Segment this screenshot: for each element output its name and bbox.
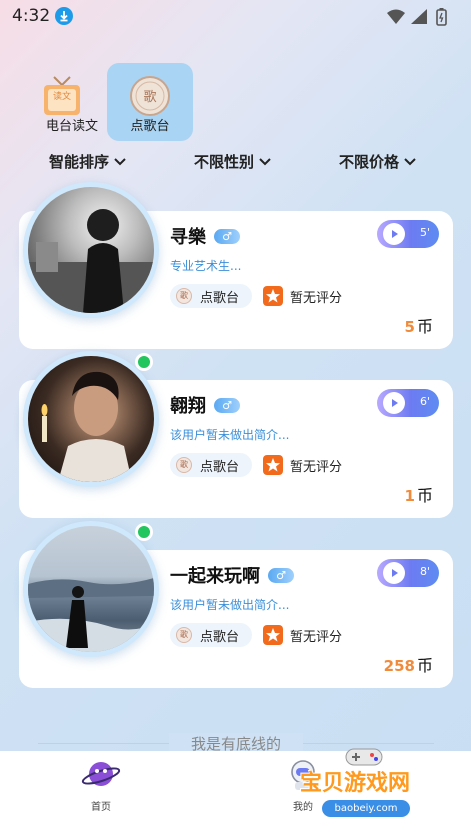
tab-label: 点歌台: [130, 119, 170, 134]
voice-duration: 6': [419, 395, 430, 408]
price: 5 币: [405, 313, 433, 337]
avatar[interactable]: [23, 351, 159, 487]
song-badge-icon: 歌: [176, 627, 192, 643]
play-icon: [383, 392, 405, 414]
category-tag-label: 点歌台: [200, 629, 240, 645]
host-bio: 专业艺术生...: [170, 259, 242, 273]
voice-duration: 5': [419, 226, 430, 239]
song-badge-icon: 歌: [176, 457, 192, 473]
price-unit: 币: [416, 656, 433, 675]
host-card[interactable]: 一起来玩啊 ♂ 该用户暂未做出简介... 歌 点歌台 暂无评分 8' 258 币: [19, 521, 453, 688]
play-icon: [383, 562, 405, 584]
chevron-down-icon: [259, 157, 271, 165]
watermark-text: 宝贝游戏网: [300, 771, 411, 796]
avatar[interactable]: [23, 182, 159, 318]
voice-duration: 8': [419, 565, 430, 578]
chevron-down-icon: [114, 157, 126, 165]
price-value: 258: [383, 657, 415, 675]
price-value: 1: [404, 487, 415, 505]
battery-icon: [436, 8, 447, 26]
host-bio: 该用户暂未做出简介...: [170, 598, 290, 612]
download-icon: [55, 7, 73, 25]
signal-icon: [411, 9, 427, 24]
tab-song-request[interactable]: 歌 点歌台: [107, 63, 193, 141]
chevron-down-icon: [404, 157, 416, 165]
rating-text: 暂无评分: [290, 290, 343, 306]
category-tag-label: 点歌台: [200, 290, 240, 306]
name-row: 寻樂 ♂: [170, 223, 240, 249]
rating: 暂无评分: [263, 455, 342, 475]
rating: 暂无评分: [263, 625, 342, 645]
song-request-icon: 歌: [130, 76, 170, 116]
status-icons: [385, 7, 455, 27]
voice-preview-button[interactable]: 6': [377, 389, 439, 417]
wifi-icon: [387, 9, 405, 24]
watermark-url: baobeiy.com: [322, 800, 410, 817]
watermark: 宝贝游戏网 baobeiy.com: [300, 745, 450, 825]
host-name: 寻樂: [170, 227, 206, 248]
status-time: 4:32: [12, 6, 51, 26]
gender-badge: ♂: [268, 567, 294, 583]
name-row: 一起来玩啊 ♂: [170, 562, 294, 588]
host-bio: 该用户暂未做出简介...: [170, 428, 290, 442]
gender-badge: ♂: [214, 397, 240, 413]
planet-icon: [81, 762, 121, 786]
nav-home-label: 首页: [91, 802, 111, 813]
status-bar: 4:32: [0, 0, 471, 34]
star-icon: [263, 625, 283, 645]
host-card[interactable]: 翱翔 ♂ 该用户暂未做出简介... 歌 点歌台 暂无评分 6' 1 币: [19, 351, 453, 518]
filter-gender[interactable]: 不限性别: [194, 151, 271, 172]
song-request-icon-text: 歌: [143, 90, 156, 105]
host-name: 翱翔: [170, 396, 206, 417]
host-name: 一起来玩啊: [170, 566, 260, 587]
star-icon: [263, 455, 283, 475]
rating: 暂无评分: [263, 286, 342, 306]
nav-home[interactable]: 首页: [71, 757, 131, 813]
tab-radio-read[interactable]: 读文 电台读文: [29, 63, 115, 141]
voice-preview-button[interactable]: 8': [377, 559, 439, 587]
category-tag: 歌 点歌台: [170, 453, 252, 477]
avatar-image: [28, 526, 154, 652]
voice-preview-button[interactable]: 5': [377, 220, 439, 248]
filter-gender-label: 不限性别: [194, 153, 255, 171]
price-unit: 币: [416, 317, 433, 336]
gender-badge: ♂: [214, 228, 240, 244]
filter-bar: 智能排序 不限性别 不限价格: [0, 145, 471, 177]
name-row: 翱翔 ♂: [170, 392, 240, 418]
price-unit: 币: [416, 486, 433, 505]
rating-text: 暂无评分: [290, 629, 343, 645]
star-icon: [263, 286, 283, 306]
online-status-dot: [135, 523, 153, 541]
filter-sort[interactable]: 智能排序: [49, 151, 126, 172]
price-value: 5: [404, 318, 415, 336]
avatar-image: [28, 356, 154, 482]
rating-text: 暂无评分: [290, 459, 343, 475]
price: 1 币: [405, 482, 433, 506]
category-tag: 歌 点歌台: [170, 284, 252, 308]
filter-sort-label: 智能排序: [49, 153, 110, 171]
play-icon: [383, 223, 405, 245]
category-tag: 歌 点歌台: [170, 623, 252, 647]
online-status-dot: [135, 353, 153, 371]
category-tag-label: 点歌台: [200, 459, 240, 475]
song-badge-icon: 歌: [176, 288, 192, 304]
avatar[interactable]: [23, 521, 159, 657]
radio-read-icon-text: 读文: [53, 90, 71, 102]
avatar-image: [28, 187, 154, 313]
host-card[interactable]: 寻樂 ♂ 专业艺术生... 歌 点歌台 暂无评分 5' 5 币: [19, 182, 453, 349]
filter-price-label: 不限价格: [339, 153, 400, 171]
filter-price[interactable]: 不限价格: [339, 151, 416, 172]
tab-label: 电台读文: [45, 119, 98, 134]
price: 258 币: [384, 652, 433, 676]
radio-read-icon: 读文: [44, 76, 80, 115]
